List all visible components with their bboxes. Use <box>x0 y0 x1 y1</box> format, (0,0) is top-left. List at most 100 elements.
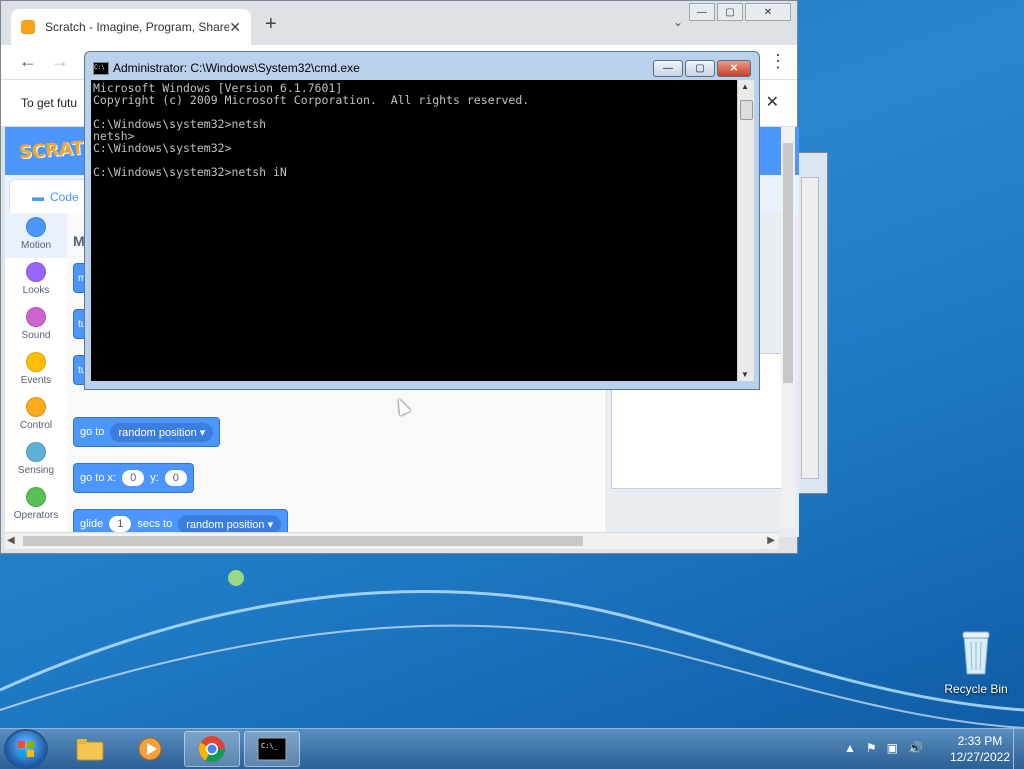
taskbar-cmd[interactable]: C:\_ <box>244 731 300 767</box>
window-controls: — ▢ ✕ <box>689 3 791 21</box>
cmd-console[interactable]: Microsoft Windows [Version 6.1.7601] Copy… <box>91 80 737 381</box>
goto-target-dropdown[interactable]: random position ▾ <box>110 422 214 442</box>
category-label: Sound <box>21 330 51 341</box>
category-control[interactable]: Control <box>5 393 67 438</box>
maximize-button[interactable]: ▢ <box>717 3 743 21</box>
cmd-app-icon: C:\ <box>93 62 109 75</box>
category-operators[interactable]: Operators <box>5 483 67 528</box>
system-clock[interactable]: 2:33 PM 12/27/2022 <box>950 733 1010 765</box>
show-desktop-button[interactable] <box>1013 729 1024 769</box>
scroll-left-icon[interactable]: ◀ <box>7 533 15 549</box>
info-bar-message: To get futu <box>21 96 78 110</box>
background-window-edge <box>796 152 828 494</box>
dropdown-value: random position <box>118 426 197 439</box>
network-icon[interactable]: ▣ <box>887 741 898 755</box>
cmd-close-button[interactable]: ✕ <box>717 60 751 77</box>
clock-date: 12/27/2022 <box>949 750 1010 764</box>
category-looks[interactable]: Looks <box>5 258 67 303</box>
taskbar-chrome[interactable] <box>184 731 240 767</box>
cmd-title: Administrator: C:\Windows\System32\cmd.e… <box>113 61 360 75</box>
go-to-xy-block[interactable]: go to x: 0 y: 0 <box>73 463 194 493</box>
close-tab-icon[interactable]: ✕ <box>229 19 241 36</box>
y-input[interactable]: 0 <box>164 470 187 486</box>
browser-tab-scratch[interactable]: Scratch - Imagine, Program, Share ✕ <box>11 9 251 45</box>
scroll-up-icon[interactable]: ▲ <box>741 82 749 91</box>
block-label: secs to <box>137 518 173 530</box>
windows-logo-icon <box>18 741 34 757</box>
category-motion[interactable]: Motion <box>5 213 67 258</box>
category-label: Sensing <box>17 465 55 476</box>
motion-dot-icon <box>26 217 46 237</box>
console-line: C:\Windows\system32> <box>93 141 232 155</box>
code-tab-icon: ▬ <box>32 189 44 204</box>
cmd-title-bar[interactable]: C:\ Administrator: C:\Windows\System32\c… <box>85 52 759 80</box>
tab-search-chevron-icon[interactable]: ⌄ <box>673 15 683 29</box>
category-label: Looks <box>22 285 50 296</box>
block-categories: Motion Looks Sound Events Control Sensin… <box>5 213 68 537</box>
category-label: Events <box>20 375 52 386</box>
close-window-button[interactable]: ✕ <box>745 3 791 21</box>
category-label: Operators <box>13 510 59 521</box>
minimize-button[interactable]: — <box>689 3 715 21</box>
category-events[interactable]: Events <box>5 348 67 393</box>
cmd-maximize-button[interactable]: ▢ <box>685 60 715 77</box>
action-center-flag-icon[interactable]: ⚑ <box>866 741 877 755</box>
looks-dot-icon <box>26 262 46 282</box>
events-dot-icon <box>26 352 46 372</box>
forward-arrow-icon[interactable]: → <box>51 51 69 72</box>
system-tray: ▲ ⚑ ▣ 🔊 2:33 PM 12/27/2022 <box>836 729 1024 769</box>
control-dot-icon <box>26 397 46 417</box>
cmd-window: C:\ Administrator: C:\Windows\System32\c… <box>84 51 760 390</box>
scratch-favicon-icon <box>21 20 35 34</box>
sensing-dot-icon <box>26 442 46 462</box>
recycle-bin-icon <box>959 630 993 676</box>
tab-title: Scratch - Imagine, Program, Share <box>45 20 230 34</box>
cmd-minimize-button[interactable]: — <box>653 60 683 77</box>
block-label: glide <box>80 518 104 530</box>
folder-icon <box>76 739 104 761</box>
category-label: Motion <box>20 240 51 251</box>
glide-target-dropdown[interactable]: random position ▾ <box>178 514 282 534</box>
back-arrow-icon[interactable]: ← <box>19 51 37 72</box>
clock-time: 2:33 PM <box>957 734 1003 748</box>
scroll-right-icon[interactable]: ▶ <box>767 533 775 549</box>
glide-secs-input[interactable]: 1 <box>109 516 132 532</box>
info-bar-close-icon[interactable]: ✕ <box>766 92 779 112</box>
category-label: Control <box>19 420 53 431</box>
scroll-thumb[interactable] <box>23 536 583 546</box>
scroll-down-icon[interactable]: ▼ <box>741 370 749 379</box>
desktop-wallpaper-swoosh <box>0 570 1024 729</box>
console-line: Copyright (c) 2009 Microsoft Corporation… <box>93 93 530 107</box>
tab-strip: Scratch - Imagine, Program, Share ✕ + ⌄ … <box>1 1 797 45</box>
page-vertical-scrollbar[interactable] <box>781 127 795 527</box>
new-tab-button[interactable]: + <box>265 13 277 36</box>
category-sensing[interactable]: Sensing <box>5 438 67 483</box>
page-horizontal-scrollbar[interactable]: ◀ ▶ <box>5 532 779 549</box>
sound-dot-icon <box>26 307 46 327</box>
palette-heading: M <box>73 233 85 249</box>
category-sound[interactable]: Sound <box>5 303 67 348</box>
code-tab-label: Code <box>50 189 79 204</box>
scroll-thumb[interactable] <box>740 100 753 120</box>
go-to-block[interactable]: go to random position ▾ <box>73 417 221 447</box>
tab-code[interactable]: ▬ Code <box>9 179 89 213</box>
start-button[interactable] <box>6 731 46 767</box>
cmd-scrollbar[interactable]: ▲ ▼ <box>737 80 754 381</box>
volume-icon[interactable]: 🔊 <box>908 741 923 755</box>
taskbar: C:\_ ▲ ⚑ ▣ 🔊 2:33 PM 12/27/2022 <box>0 728 1024 769</box>
chrome-icon <box>198 736 226 763</box>
block-label: go to x: <box>80 472 117 484</box>
taskbar-media-player[interactable] <box>122 731 178 767</box>
recycle-bin-label: Recycle Bin <box>944 682 1008 696</box>
block-label: go to <box>80 426 105 438</box>
background-window-scrollbar[interactable] <box>801 177 819 479</box>
block-label: y: <box>150 472 159 484</box>
console-line: C:\Windows\system32>netsh iN <box>93 165 287 179</box>
x-input[interactable]: 0 <box>122 470 145 486</box>
cmd-icon: C:\_ <box>257 737 287 761</box>
show-hidden-icons-icon[interactable]: ▲ <box>844 741 856 755</box>
taskbar-file-explorer[interactable] <box>62 731 118 767</box>
recycle-bin-desktop-icon[interactable]: Recycle Bin <box>940 630 1012 696</box>
scroll-thumb[interactable] <box>783 143 793 383</box>
menu-kebab-icon[interactable]: ⋮ <box>769 51 787 72</box>
